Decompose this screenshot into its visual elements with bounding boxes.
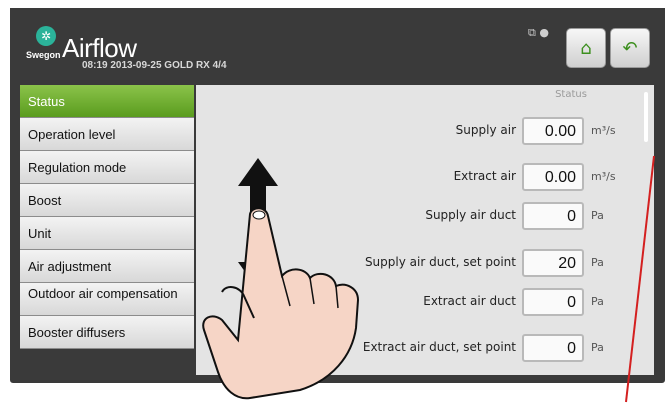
scroll-gesture-illustration xyxy=(202,155,655,403)
hand-pointer-icon xyxy=(202,207,360,400)
pointer-line xyxy=(625,155,655,403)
